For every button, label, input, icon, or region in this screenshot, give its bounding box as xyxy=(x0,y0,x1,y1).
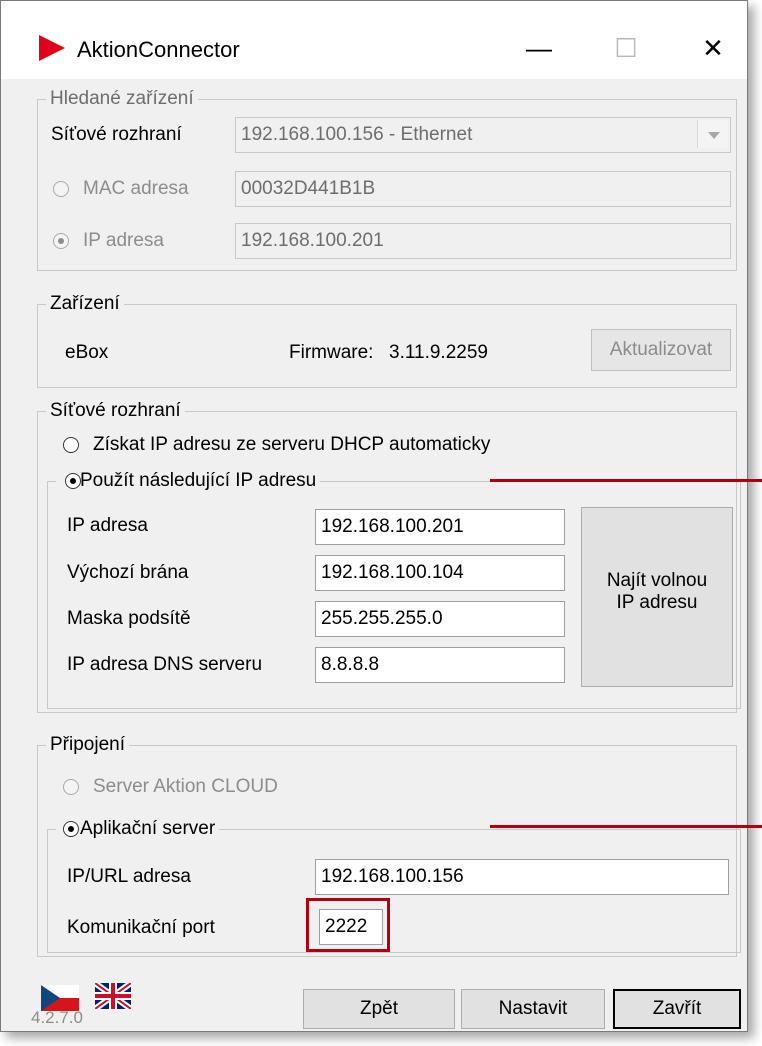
static-ip-label[interactable]: Použít následující IP adresu xyxy=(80,470,316,491)
find-free-ip-button[interactable]: Najít volnou IP adresu xyxy=(581,507,733,687)
cloud-server-radio[interactable] xyxy=(63,779,79,795)
cloud-server-label[interactable]: Server Aktion CLOUD xyxy=(93,776,278,798)
connection-title: Připojení xyxy=(46,734,129,756)
aktion-connector-window: AktionConnector — ☐ ✕ Hledané zařízení S… xyxy=(0,0,748,1032)
dhcp-radio[interactable] xyxy=(63,437,79,453)
static-ip-radio[interactable] xyxy=(65,473,81,489)
app-server-radio[interactable] xyxy=(63,821,79,837)
annotation-line-app-server xyxy=(490,825,762,828)
find-free-ip-line1: Najít volnou xyxy=(606,570,708,591)
mac-address-radio[interactable] xyxy=(53,181,69,197)
firmware-version: 3.11.9.2259 xyxy=(389,342,488,363)
static-ip-address-field[interactable]: 192.168.100.201 xyxy=(315,509,565,545)
update-button[interactable]: Aktualizovat xyxy=(591,329,731,371)
network-interface-select[interactable]: 192.168.100.156 - Ethernet xyxy=(235,117,731,153)
window-title: AktionConnector xyxy=(77,37,240,62)
version-label: 4.2.7.0 xyxy=(31,1008,83,1027)
ip-address-label: IP adresa xyxy=(83,230,164,251)
dhcp-label[interactable]: Získat IP adresu ze serveru DHCP automat… xyxy=(93,434,490,456)
device-title: Zařízení xyxy=(46,293,124,315)
mac-address-field[interactable]: 00032D441B1B xyxy=(235,171,731,207)
set-button[interactable]: Nastavit xyxy=(461,989,605,1029)
gateway-field[interactable]: 192.168.100.104 xyxy=(315,555,565,591)
title-bar[interactable]: AktionConnector — ☐ ✕ xyxy=(1,1,747,79)
ip-address-field[interactable]: 192.168.100.201 xyxy=(235,223,731,259)
maximize-icon[interactable]: ☐ xyxy=(606,31,646,65)
uk-flag-icon[interactable] xyxy=(95,983,131,1009)
subnet-mask-field[interactable]: 255.255.255.0 xyxy=(315,601,565,637)
ip-address-radio[interactable] xyxy=(53,233,69,249)
network-interface-value: 192.168.100.156 - Ethernet xyxy=(241,124,473,145)
static-ip-address-label: IP adresa xyxy=(67,515,148,536)
app-logo-icon xyxy=(39,35,65,61)
app-server-title: Aplikační server xyxy=(56,818,220,840)
dns-server-field[interactable]: 8.8.8.8 xyxy=(315,647,565,683)
mac-address-label: MAC adresa xyxy=(83,178,189,199)
device-name: eBox xyxy=(65,342,109,363)
searched-device-title: Hledané zařízení xyxy=(46,88,198,110)
dns-server-label: IP adresa DNS serveru xyxy=(67,654,263,675)
comm-port-label: Komunikační port xyxy=(67,917,215,938)
url-address-label: IP/URL adresa xyxy=(67,866,191,887)
gateway-label: Výchozí brána xyxy=(67,562,189,583)
static-ip-title: Použít následující IP adresu xyxy=(56,470,321,492)
subnet-mask-label: Maska podsítě xyxy=(67,608,191,629)
app-server-label[interactable]: Aplikační server xyxy=(80,818,215,839)
minimize-icon[interactable]: — xyxy=(519,31,559,65)
network-interface-title: Síťové rozhraní xyxy=(46,400,185,422)
firmware-label: Firmware: xyxy=(289,342,374,363)
close-button[interactable]: Zavřít xyxy=(613,989,741,1029)
url-address-field[interactable]: 192.168.100.156 xyxy=(315,859,729,895)
back-button[interactable]: Zpět xyxy=(303,989,455,1029)
annotation-line-static-ip xyxy=(490,479,762,482)
chevron-down-icon[interactable] xyxy=(697,120,728,148)
find-free-ip-line2: IP adresu xyxy=(616,592,698,613)
annotation-box-port xyxy=(306,898,390,952)
network-interface-label: Síťové rozhraní xyxy=(51,124,182,145)
close-icon[interactable]: ✕ xyxy=(693,31,733,65)
